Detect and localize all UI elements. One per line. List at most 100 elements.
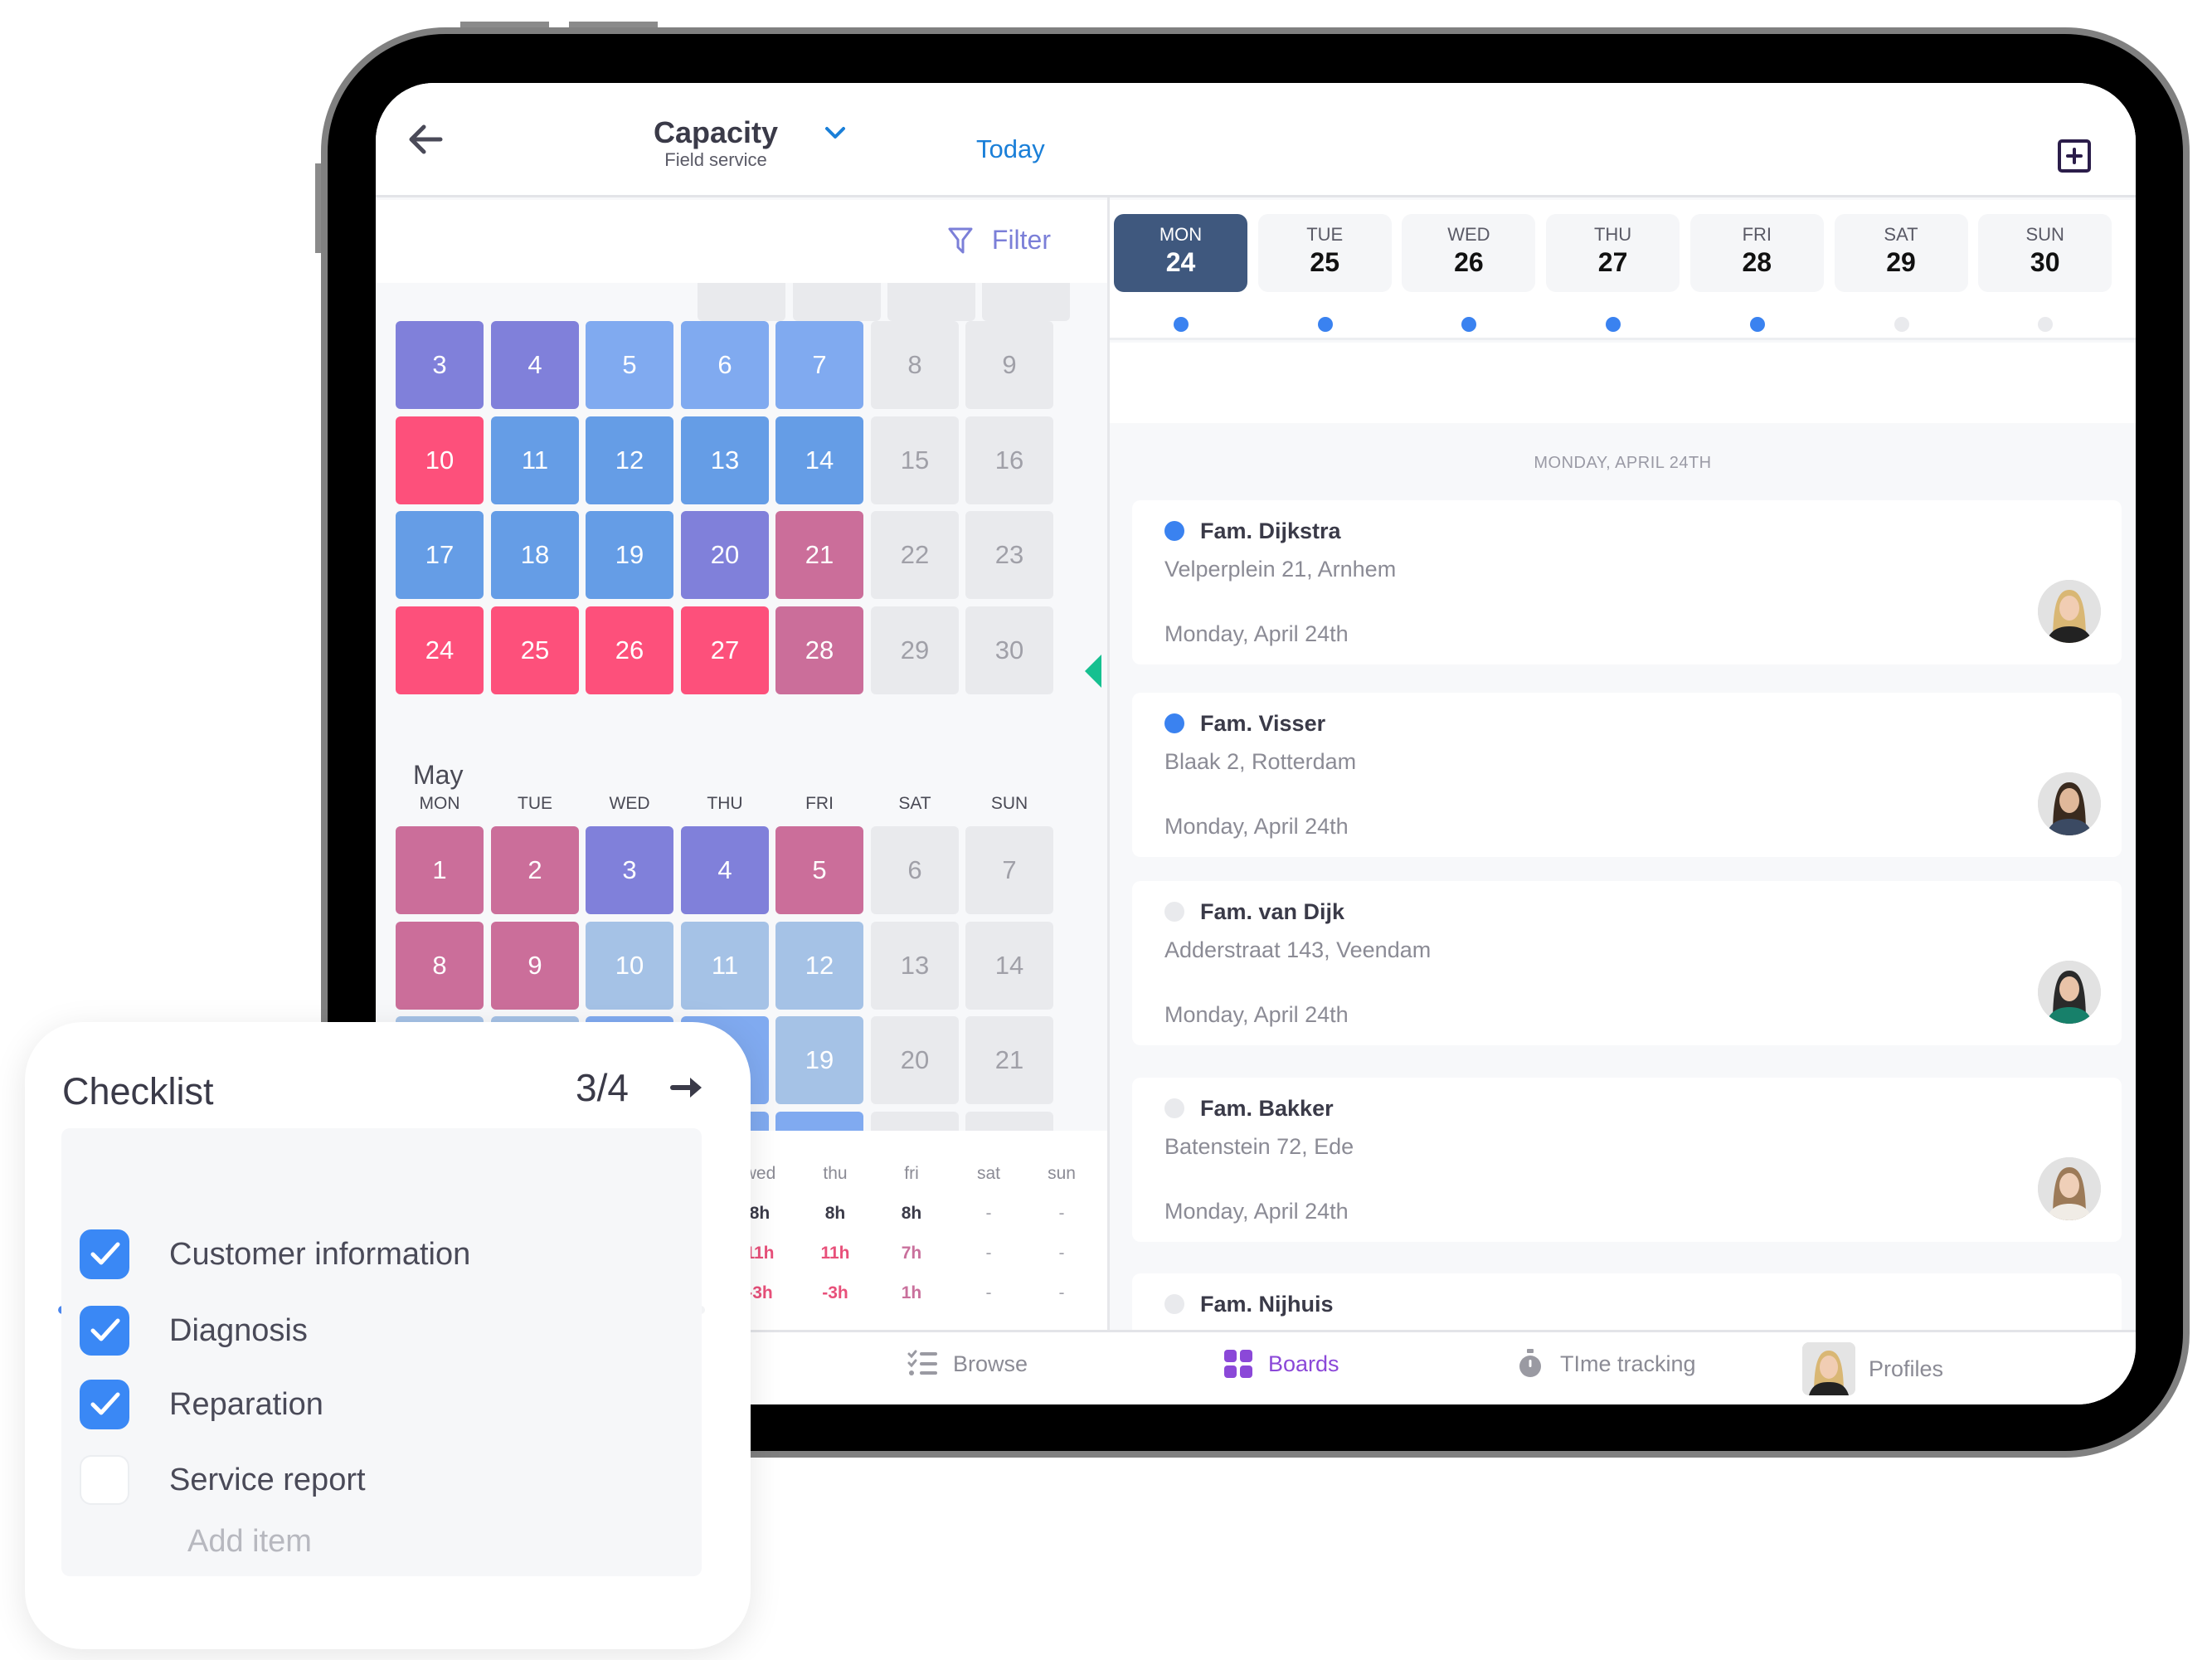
april-day-cell[interactable]: 9 <box>965 321 1053 409</box>
april-day-cell[interactable]: 16 <box>965 416 1053 504</box>
chevron-down-icon[interactable] <box>824 124 847 143</box>
april-day-cell[interactable]: 14 <box>775 416 863 504</box>
april-day-cell[interactable]: 26 <box>586 606 673 694</box>
checklist-item[interactable]: Service report <box>61 1443 702 1516</box>
may-day-cell[interactable]: 2 <box>491 826 579 914</box>
nav-profiles-label: Profiles <box>1869 1356 1944 1381</box>
april-day-cell[interactable]: 11 <box>491 416 579 504</box>
calendar-day-partial <box>982 283 1070 321</box>
may-day-cell[interactable]: 1 <box>396 826 484 914</box>
week-day-mon[interactable]: MON 24 <box>1114 214 1247 292</box>
stopwatch-icon <box>1519 1349 1541 1377</box>
calendar-day-partial <box>793 283 881 321</box>
appointment-date: Monday, April 24th <box>1164 1002 1349 1027</box>
back-arrow-icon[interactable] <box>407 123 444 156</box>
may-day-cell[interactable] <box>965 1111 1053 1131</box>
weekday-header: SAT <box>898 794 931 813</box>
nav-boards-label: Boards <box>1268 1351 1339 1376</box>
april-day-cell[interactable]: 4 <box>491 321 579 409</box>
appointment-card[interactable]: Fam. Bakker Batenstein 72, Ede Monday, Apr… <box>1132 1078 2122 1242</box>
appointment-card[interactable]: Fam. van Dijk Adderstraat 143, Veendam Mon… <box>1132 881 2122 1045</box>
week-day-name: SAT <box>1884 224 1918 245</box>
april-day-cell[interactable]: 18 <box>491 511 579 599</box>
appointment-card[interactable]: Fam. Dijkstra Velperplein 21, Arnhem Monda… <box>1132 500 2122 664</box>
day-activity-dot <box>1606 317 1621 332</box>
may-day-cell[interactable] <box>871 1111 959 1131</box>
checklist-item[interactable]: Reparation <box>61 1368 702 1441</box>
may-day-cell[interactable]: 9 <box>491 921 579 1010</box>
april-day-cell[interactable]: 21 <box>775 511 863 599</box>
add-appointment-icon[interactable] <box>2058 139 2091 173</box>
checkbox[interactable] <box>80 1455 129 1505</box>
week-day-fri[interactable]: FRI 28 <box>1689 214 1824 292</box>
checklist-item-label: Diagnosis <box>169 1312 308 1348</box>
may-day-cell[interactable]: 3 <box>586 826 673 914</box>
april-day-cell[interactable]: 19 <box>586 511 673 599</box>
week-day-sun[interactable]: SUN 30 <box>1978 214 2112 292</box>
may-day-cell[interactable]: 8 <box>396 921 484 1010</box>
may-day-cell[interactable]: 4 <box>681 826 769 914</box>
nav-browse[interactable]: Browse <box>907 1347 1028 1380</box>
may-day-cell[interactable]: 12 <box>775 921 863 1010</box>
week-day-wed[interactable]: WED 26 <box>1402 214 1536 292</box>
filter-button[interactable]: Filter <box>947 225 1051 256</box>
capacity-header: Capacity Field service Today <box>376 83 1110 197</box>
today-button[interactable]: Today <box>976 134 1045 164</box>
add-item-input[interactable]: Add item <box>187 1524 312 1560</box>
april-day-cell[interactable]: 23 <box>965 511 1053 599</box>
status-dot <box>1164 902 1184 922</box>
checkbox[interactable] <box>80 1306 129 1356</box>
nav-boards[interactable]: Boards <box>1222 1347 1339 1380</box>
may-day-cell[interactable]: 11 <box>681 921 769 1010</box>
appointment-name: Fam. Nijhuis <box>1200 1292 1334 1317</box>
status-dot <box>1164 713 1184 733</box>
may-day-cell[interactable]: 20 <box>871 1016 959 1104</box>
checklist-title: Checklist <box>62 1070 214 1112</box>
arrow-right-icon[interactable] <box>670 1073 705 1102</box>
april-day-cell[interactable]: 25 <box>491 606 579 694</box>
may-day-cell[interactable]: 21 <box>965 1016 1053 1104</box>
april-day-cell[interactable]: 13 <box>681 416 769 504</box>
april-day-cell[interactable]: 7 <box>775 321 863 409</box>
april-day-cell[interactable]: 24 <box>396 606 484 694</box>
april-day-cell[interactable]: 20 <box>681 511 769 599</box>
week-day-sat[interactable]: SAT 29 <box>1834 214 1968 292</box>
title-block[interactable]: Capacity Field service <box>625 116 807 171</box>
april-day-cell[interactable]: 28 <box>775 606 863 694</box>
may-day-cell[interactable]: 10 <box>586 921 673 1010</box>
april-day-cell[interactable]: 10 <box>396 416 484 504</box>
week-day-thu[interactable]: THU 27 <box>1546 214 1680 292</box>
may-day-cell[interactable]: 5 <box>775 826 863 914</box>
april-day-cell[interactable]: 3 <box>396 321 484 409</box>
profile-avatar <box>1802 1342 1855 1395</box>
may-day-cell[interactable]: 14 <box>965 921 1053 1010</box>
week-day-number: 25 <box>1310 247 1339 277</box>
april-day-cell[interactable]: 5 <box>586 321 673 409</box>
may-day-cell[interactable]: 13 <box>871 921 959 1010</box>
checklist-item[interactable]: Customer information <box>61 1218 702 1291</box>
april-day-cell[interactable]: 8 <box>871 321 959 409</box>
may-day-cell[interactable]: 19 <box>775 1016 863 1104</box>
checkbox[interactable] <box>80 1229 129 1279</box>
may-day-cell[interactable]: 6 <box>871 826 959 914</box>
april-day-cell[interactable]: 22 <box>871 511 959 599</box>
checklist-item[interactable]: Diagnosis <box>61 1294 702 1367</box>
week-day-tue[interactable]: TUE 25 <box>1257 214 1392 292</box>
nav-profiles[interactable]: Profiles <box>1802 1342 1943 1395</box>
checkbox[interactable] <box>80 1380 129 1429</box>
april-day-cell[interactable]: 29 <box>871 606 959 694</box>
capacity-booked-cell: 11h <box>820 1244 850 1263</box>
current-week-indicator-icon <box>1085 655 1101 688</box>
april-day-cell[interactable]: 30 <box>965 606 1053 694</box>
week-day-name: SUN <box>2025 224 2064 245</box>
april-day-cell[interactable]: 17 <box>396 511 484 599</box>
weekday-header: SUN <box>990 794 1028 813</box>
nav-time-tracking[interactable]: TIme tracking <box>1514 1347 1696 1380</box>
april-day-cell[interactable]: 15 <box>871 416 959 504</box>
appointment-card[interactable]: Fam. Visser Blaak 2, Rotterdam Monday, Apr… <box>1132 693 2122 857</box>
april-day-cell[interactable]: 27 <box>681 606 769 694</box>
may-day-cell[interactable]: 7 <box>965 826 1053 914</box>
april-day-cell[interactable]: 6 <box>681 321 769 409</box>
april-day-cell[interactable]: 12 <box>586 416 673 504</box>
may-day-cell[interactable] <box>775 1111 863 1131</box>
